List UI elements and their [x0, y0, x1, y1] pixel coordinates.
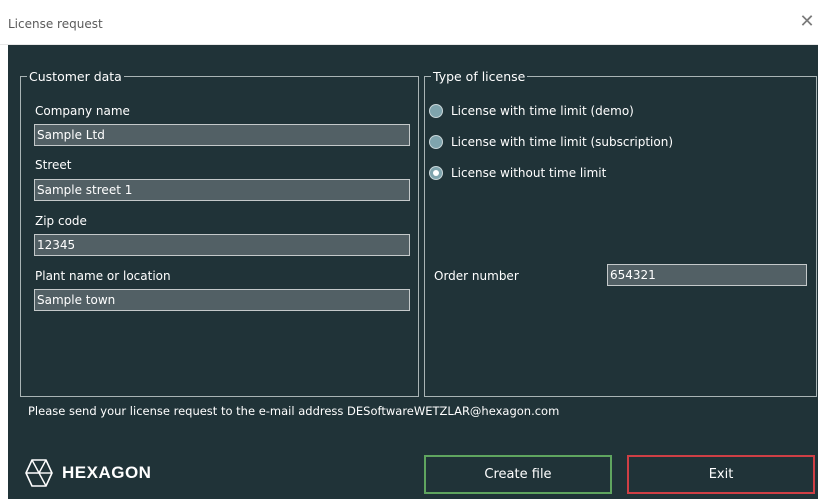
radio-subscription-button[interactable]	[429, 135, 443, 149]
license-type-legend: Type of license	[433, 69, 526, 84]
hexagon-logo: HEXAGON	[24, 458, 151, 488]
street-label: Street	[35, 158, 72, 172]
exit-button[interactable]: Exit	[627, 455, 815, 494]
title-bar: License request ✕	[0, 0, 818, 45]
customer-data-legend: Customer data	[29, 69, 122, 84]
radio-subscription[interactable]: License with time limit (subscription)	[429, 135, 673, 149]
company-name-input[interactable]	[34, 124, 410, 146]
zip-code-label: Zip code	[35, 214, 87, 228]
company-name-label: Company name	[35, 104, 130, 118]
email-instruction-text: Please send your license request to the …	[28, 404, 560, 418]
order-number-input[interactable]	[607, 264, 807, 286]
window-title: License request	[8, 17, 103, 31]
zip-code-input[interactable]	[34, 234, 410, 256]
license-type-group: Type of license License with time limit …	[424, 69, 817, 397]
plant-location-input[interactable]	[34, 289, 410, 311]
radio-unlimited-label: License without time limit	[451, 166, 607, 180]
customer-data-group: Customer data Company name Street Zip co…	[20, 69, 419, 397]
plant-location-label: Plant name or location	[35, 269, 171, 283]
order-number-label: Order number	[434, 269, 519, 283]
radio-demo[interactable]: License with time limit (demo)	[429, 104, 634, 118]
close-icon[interactable]: ✕	[798, 13, 816, 31]
radio-unlimited-button[interactable]	[429, 166, 443, 180]
street-input[interactable]	[34, 179, 410, 201]
dialog-body: Customer data Company name Street Zip co…	[8, 45, 818, 499]
radio-demo-label: License with time limit (demo)	[451, 104, 634, 118]
hexagon-logo-text: HEXAGON	[62, 463, 152, 482]
hexagon-logo-icon	[25, 459, 53, 487]
radio-unlimited[interactable]: License without time limit	[429, 166, 606, 180]
radio-subscription-label: License with time limit (subscription)	[451, 135, 674, 149]
create-file-button[interactable]: Create file	[424, 455, 612, 494]
radio-demo-button[interactable]	[429, 104, 443, 118]
